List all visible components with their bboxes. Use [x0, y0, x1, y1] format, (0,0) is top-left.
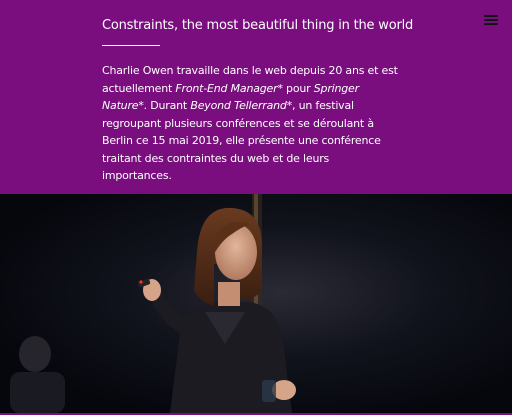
- intro-paragraph: Charlie Owen travaille dans le web depui…: [102, 62, 402, 185]
- page-title: Constraints, the most beautiful thing in…: [102, 18, 414, 33]
- page-header: Constraints, the most beautiful thing in…: [0, 0, 512, 194]
- speaker-photo-illustration: [0, 194, 512, 413]
- hamburger-menu-icon[interactable]: [484, 14, 498, 26]
- title-underline: [102, 45, 160, 46]
- intro-text-2: pour: [282, 81, 314, 95]
- role-text: Front-End Manager*: [175, 81, 283, 95]
- event-text: Beyond Tellerrand*: [190, 99, 292, 112]
- intro-text-3: . Durant: [143, 99, 191, 112]
- speaker-photo: [0, 194, 512, 413]
